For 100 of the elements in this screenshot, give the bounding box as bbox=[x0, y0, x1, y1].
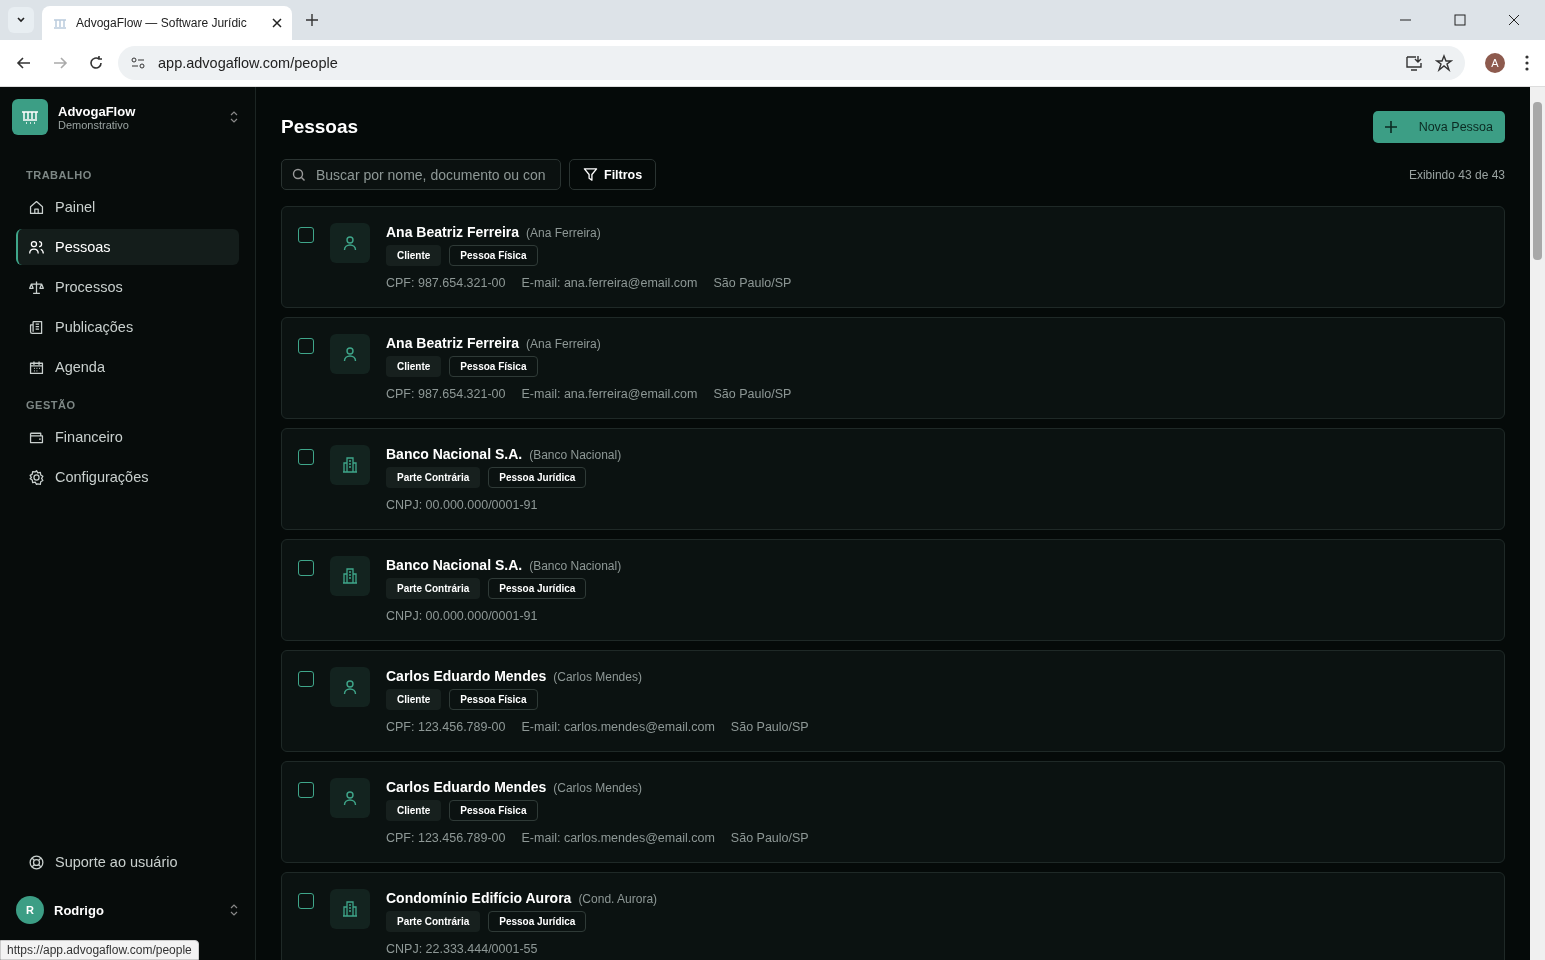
filter-icon bbox=[583, 167, 598, 182]
nav-item[interactable]: Financeiro bbox=[16, 419, 239, 455]
maximize-icon[interactable] bbox=[1454, 14, 1466, 26]
person-name: Banco Nacional S.A. bbox=[386, 557, 523, 573]
person-detail: E-mail: ana.ferreira@email.com bbox=[521, 387, 698, 401]
tag: Pessoa Jurídica bbox=[488, 467, 587, 488]
person-card[interactable]: Banco Nacional S.A. (Banco Nacional) Parte Contrária Pessoa Jurídica CNPJ: 00.000.000/0001-91 bbox=[281, 539, 1505, 641]
plus-icon bbox=[1384, 121, 1397, 133]
filter-button[interactable]: Filtros bbox=[569, 159, 657, 190]
person-name: Condomínio Edifício Aurora bbox=[386, 890, 572, 906]
switcher-icon[interactable] bbox=[229, 110, 239, 124]
person-detail: E-mail: carlos.mendes@email.com bbox=[521, 831, 715, 845]
section-heading: TRABALHO bbox=[26, 169, 93, 181]
person-card[interactable]: Carlos Eduardo Mendes (Carlos Mendes) Cliente Pessoa Física CPF: 123.456.789-00 E-mail: carlos.mendes@email.com São Paulo/SP bbox=[281, 650, 1505, 752]
person-detail: E-mail: ana.ferreira@email.com bbox=[521, 276, 698, 290]
person-detail: CNPJ: 00.000.000/0001-91 bbox=[386, 609, 538, 623]
person-nickname: (Ana Ferreira) bbox=[526, 337, 601, 351]
tag: Parte Contrária bbox=[386, 578, 481, 599]
person-detail: CPF: 987.654.321-00 bbox=[386, 387, 506, 401]
install-icon[interactable] bbox=[1405, 54, 1423, 72]
people-icon bbox=[28, 238, 45, 256]
tag: Cliente bbox=[386, 800, 442, 821]
person-name: Ana Beatriz Ferreira bbox=[386, 224, 520, 240]
close-icon[interactable] bbox=[1508, 14, 1520, 26]
more-icon[interactable] bbox=[1525, 55, 1529, 71]
url-tooltip: https://app.advogaflow.com/people bbox=[0, 940, 199, 960]
nav-item[interactable]: Publicações bbox=[16, 309, 239, 345]
tag: Pessoa Jurídica bbox=[488, 578, 587, 599]
person-nickname: (Carlos Mendes) bbox=[553, 670, 642, 684]
back-icon[interactable] bbox=[16, 55, 32, 71]
person-detail: São Paulo/SP bbox=[730, 831, 809, 845]
person-icon bbox=[330, 223, 370, 263]
profile-avatar[interactable]: A bbox=[1485, 53, 1505, 73]
nav-item[interactable]: Processos bbox=[16, 269, 239, 305]
person-detail: E-mail: carlos.mendes@email.com bbox=[521, 720, 715, 734]
tag: Parte Contrária bbox=[386, 467, 481, 488]
news-icon bbox=[28, 318, 45, 336]
person-name: Carlos Eduardo Mendes bbox=[386, 779, 547, 795]
search-field[interactable]: Buscar por nome, documento ou con bbox=[281, 159, 561, 190]
person-card[interactable]: Ana Beatriz Ferreira (Ana Ferreira) Cliente Pessoa Física CPF: 987.654.321-00 E-mail: ana.ferreira@email.com São Paulo/SP bbox=[281, 206, 1505, 308]
nav-item[interactable]: Configurações bbox=[16, 459, 239, 495]
checkbox[interactable] bbox=[298, 449, 314, 465]
chevron-down-icon bbox=[16, 15, 26, 25]
person-card[interactable]: Ana Beatriz Ferreira (Ana Ferreira) Cliente Pessoa Física CPF: 987.654.321-00 E-mail: ana.ferreira@email.com São Paulo/SP bbox=[281, 317, 1505, 419]
reload-icon[interactable] bbox=[88, 55, 104, 71]
new-person-button[interactable]: Nova Pessoa bbox=[1372, 111, 1505, 143]
star-icon[interactable] bbox=[1435, 54, 1453, 72]
checkbox[interactable] bbox=[298, 227, 314, 243]
person-nickname: (Ana Ferreira) bbox=[526, 226, 601, 240]
page-title: Pessoas bbox=[281, 116, 359, 138]
user-name: Rodrigo bbox=[54, 902, 105, 918]
person-nickname: (Banco Nacional) bbox=[529, 559, 622, 573]
tag: Cliente bbox=[386, 689, 442, 710]
site-settings-icon[interactable] bbox=[130, 55, 146, 71]
person-detail: CNPJ: 22.333.444/0001-55 bbox=[386, 942, 538, 956]
person-detail: CNPJ: 00.000.000/0001-91 bbox=[386, 498, 538, 512]
person-detail: CPF: 987.654.321-00 bbox=[386, 276, 506, 290]
home-icon bbox=[28, 198, 45, 216]
nav-item[interactable]: Painel bbox=[16, 189, 239, 225]
tab-list-button[interactable] bbox=[8, 7, 34, 33]
tag: Pessoa Jurídica bbox=[488, 911, 587, 932]
tag: Pessoa Física bbox=[449, 245, 538, 266]
search-icon bbox=[292, 167, 306, 182]
logo-icon bbox=[12, 99, 48, 135]
person-card[interactable]: Banco Nacional S.A. (Banco Nacional) Parte Contrária Pessoa Jurídica CNPJ: 00.000.000/0001-91 bbox=[281, 428, 1505, 530]
person-card[interactable]: Carlos Eduardo Mendes (Carlos Mendes) Cliente Pessoa Física CPF: 123.456.789-00 E-mail: carlos.mendes@email.com São Paulo/SP bbox=[281, 761, 1505, 863]
lifebuoy-icon bbox=[28, 853, 45, 871]
checkbox[interactable] bbox=[298, 782, 314, 798]
gear-icon bbox=[28, 468, 45, 486]
building-icon bbox=[330, 445, 370, 485]
person-icon bbox=[330, 667, 370, 707]
building-icon bbox=[330, 889, 370, 929]
result-count: Exibindo 43 de 43 bbox=[1408, 167, 1505, 182]
person-detail: São Paulo/SP bbox=[713, 276, 792, 290]
person-icon bbox=[330, 778, 370, 818]
tag: Parte Contrária bbox=[386, 911, 481, 932]
address-bar[interactable]: app.advogaflow.com/people bbox=[118, 46, 1465, 80]
person-name: Carlos Eduardo Mendes bbox=[386, 668, 547, 684]
person-name: Ana Beatriz Ferreira bbox=[386, 335, 520, 351]
switcher-icon[interactable] bbox=[229, 903, 239, 917]
section-heading: GESTÃO bbox=[26, 399, 77, 411]
checkbox[interactable] bbox=[298, 560, 314, 576]
support-link[interactable]: Suporte ao usuário bbox=[16, 844, 239, 880]
person-detail: CPF: 123.456.789-00 bbox=[386, 831, 506, 845]
checkbox[interactable] bbox=[298, 671, 314, 687]
person-detail: São Paulo/SP bbox=[730, 720, 809, 734]
tag: Cliente bbox=[386, 245, 442, 266]
person-nickname: (Cond. Aurora) bbox=[578, 892, 658, 906]
person-card[interactable]: Condomínio Edifício Aurora (Cond. Aurora) Parte Contrária Pessoa Jurídica CNPJ: 22.333.444/0001-55 bbox=[281, 872, 1505, 960]
close-icon[interactable] bbox=[272, 18, 282, 28]
person-name: Banco Nacional S.A. bbox=[386, 446, 523, 462]
person-detail: São Paulo/SP bbox=[713, 387, 792, 401]
browser-tab[interactable]: AdvogaFlow — Software Jurídic bbox=[42, 6, 292, 40]
tab-title: AdvogaFlow — Software Jurídic bbox=[76, 16, 248, 30]
checkbox[interactable] bbox=[298, 893, 314, 909]
nav-item[interactable]: Pessoas bbox=[16, 229, 239, 265]
scrollbar[interactable] bbox=[1530, 87, 1545, 960]
new-tab-icon[interactable] bbox=[306, 14, 318, 26]
nav-item[interactable]: Agenda bbox=[16, 349, 239, 385]
checkbox[interactable] bbox=[298, 338, 314, 354]
